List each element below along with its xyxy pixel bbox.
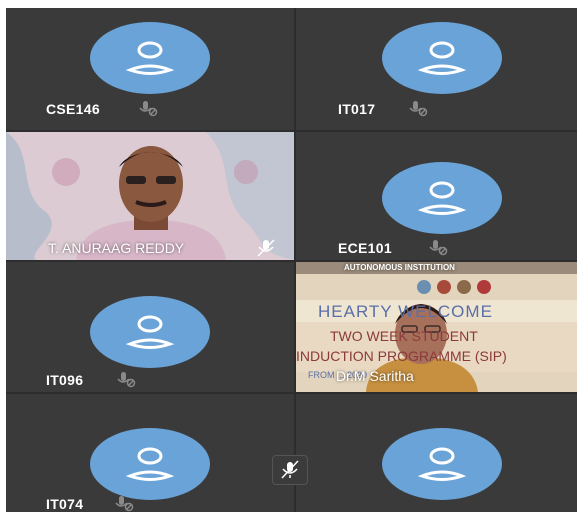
banner-text: HEARTY WELCOME [318,302,493,321]
participant-name: IT096 [46,372,84,388]
participant-name: ECE101 [338,240,392,256]
muted-mic-icon [281,460,299,479]
avatar-icon [382,22,502,94]
muted-mic-icon [114,495,134,512]
participant-tile[interactable]: ECE101 [296,132,577,260]
participant-tile[interactable]: IT074 [6,394,294,512]
muted-mic-icon [408,100,428,118]
mute-toggle-button[interactable] [272,455,308,485]
muted-mic-icon [138,100,158,118]
banner-text: TWO WEEK STUDENT [330,328,478,344]
avatar-icon [382,428,502,500]
avatar-icon [90,22,210,94]
participant-name: CSE146 [46,101,100,117]
participant-name: IT017 [338,101,376,117]
muted-mic-icon [116,371,136,389]
participant-name: Dr.M Saritha [336,368,414,384]
avatar-icon [90,428,210,500]
participant-tile[interactable]: IT096 [6,262,294,392]
participant-tile[interactable] [296,394,577,512]
participant-video-tile[interactable]: AUTONOMOUS INSTITUTION HEARTY WELCOME TW… [296,262,577,392]
participant-tile[interactable]: CSE146 [6,8,294,130]
muted-mic-icon [428,239,448,257]
banner-text: AUTONOMOUS INSTITUTION [344,263,455,272]
video-grid: CSE146 IT017 T. ANURAAG REDDY ECE101 IT0… [6,8,577,512]
avatar-icon [382,162,502,234]
participant-name: T. ANURAAG REDDY [48,240,185,256]
participant-video-tile[interactable]: T. ANURAAG REDDY [6,132,294,260]
avatar-icon [90,296,210,368]
muted-mic-icon [256,239,276,257]
participant-tile[interactable]: IT017 [296,8,577,130]
participant-name: IT074 [46,496,84,512]
banner-text: INDUCTION PROGRAMME (SIP) [296,348,507,364]
